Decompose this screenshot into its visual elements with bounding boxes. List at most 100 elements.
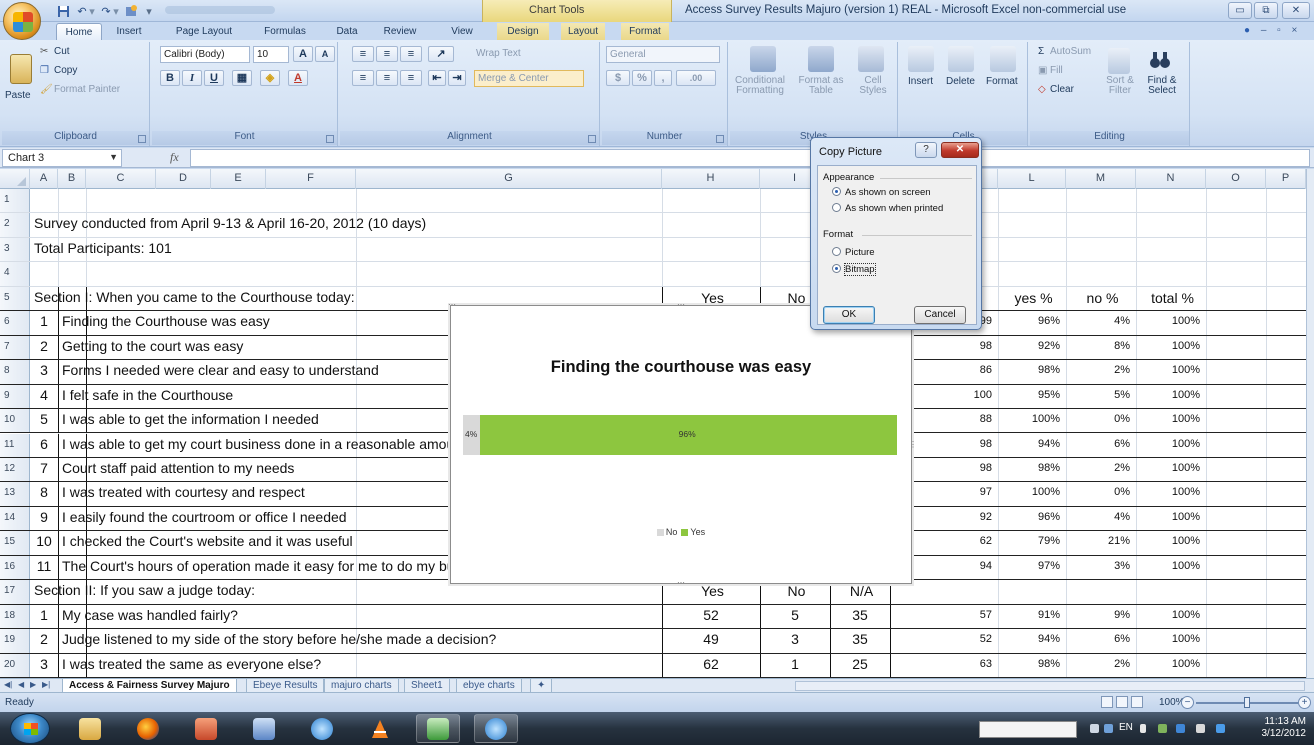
decrease-indent-icon[interactable]: ⇤ <box>428 70 446 86</box>
row-header[interactable]: 11 <box>0 433 30 457</box>
taskbar-vlc[interactable] <box>358 714 402 743</box>
wrap-text-button[interactable]: Wrap Text <box>476 48 521 59</box>
table-row[interactable]: 19 2 Judge listened to my side of the stor… <box>0 629 1306 654</box>
chart-resize-handle[interactable]: ⋯ <box>677 578 685 587</box>
total-percent-cell[interactable]: 100% <box>1136 556 1206 579</box>
radio-as-shown-when-printed[interactable]: As shown when printed <box>832 203 943 214</box>
align-left-icon[interactable]: ≡ <box>352 70 374 86</box>
column-header[interactable]: M <box>1066 169 1136 189</box>
item-number-cell[interactable]: 10 <box>31 531 57 554</box>
format-button[interactable]: Format <box>986 76 1018 87</box>
yes-percent-cell[interactable]: 96% <box>998 311 1066 334</box>
start-button[interactable] <box>10 713 50 744</box>
chart-legend[interactable]: No Yes <box>451 527 911 537</box>
first-sheet-icon[interactable]: ◀| <box>4 680 12 689</box>
cell-styles-button[interactable]: Cell Styles <box>854 76 892 96</box>
maximize-button[interactable]: ⧉ <box>1254 2 1278 19</box>
sort-filter-icon[interactable] <box>1108 48 1130 74</box>
page-layout-view-icon[interactable] <box>1116 696 1128 708</box>
no-percent-cell[interactable]: 6% <box>1066 629 1136 652</box>
conditional-formatting-button[interactable]: Conditional Formatting <box>732 76 788 96</box>
row-header[interactable]: 19 <box>0 629 30 653</box>
merge-center-button[interactable]: Merge & Center <box>474 70 584 87</box>
taskbar-itunes-2[interactable] <box>474 714 518 743</box>
column-header[interactable]: F <box>266 169 356 189</box>
taskbar-explorer[interactable] <box>68 714 112 743</box>
network-icon[interactable] <box>1158 724 1167 733</box>
undo-dropdown-icon[interactable]: ▾ <box>88 3 96 19</box>
item-number-cell[interactable]: 1 <box>31 605 57 628</box>
column-header[interactable]: B <box>58 169 86 189</box>
close-button[interactable]: ✕ <box>1282 2 1310 19</box>
item-number-cell[interactable]: 1 <box>31 311 57 334</box>
count-cell[interactable]: 35 <box>830 629 890 652</box>
cancel-button[interactable]: Cancel <box>914 306 966 324</box>
column-header[interactable]: N <box>1136 169 1206 189</box>
italic-button[interactable]: I <box>182 70 202 86</box>
column-header[interactable]: D <box>156 169 211 189</box>
plot-area[interactable]: 4% 96% <box>463 415 897 455</box>
office-button[interactable] <box>3 2 41 40</box>
taskbar-powerpoint[interactable] <box>184 714 228 743</box>
no-percent-cell[interactable]: 0% <box>1066 409 1136 432</box>
column-header[interactable]: L <box>998 169 1066 189</box>
legend-item[interactable]: No <box>656 527 677 537</box>
redo-dropdown-icon[interactable]: ▾ <box>112 3 120 19</box>
chart-resize-handle[interactable]: ⋯ <box>448 300 456 309</box>
row-header[interactable]: 17 <box>0 580 30 604</box>
item-number-cell[interactable]: 6 <box>31 434 57 457</box>
total-percent-cell[interactable]: 100% <box>1136 409 1206 432</box>
no-percent-cell[interactable]: 4% <box>1066 507 1136 530</box>
no-percent-cell[interactable]: 5% <box>1066 385 1136 408</box>
sheet-tab[interactable]: Access & Fairness Survey Majuro <box>62 679 237 693</box>
taskbar-word[interactable] <box>242 714 286 743</box>
format-cells-icon[interactable] <box>990 46 1016 72</box>
format-as-table-button[interactable]: Format as Table <box>792 76 850 96</box>
customize-toolbar-icon[interactable]: ▾ <box>144 3 154 19</box>
radio-as-shown-on-screen[interactable]: As shown on screen <box>832 187 931 198</box>
zoom-out-button[interactable]: − <box>1181 696 1194 709</box>
count-cell[interactable]: 1 <box>760 654 830 677</box>
total-cell[interactable]: 52 <box>890 629 998 652</box>
zoom-slider-thumb[interactable] <box>1244 697 1250 708</box>
row-header[interactable]: 3 <box>0 237 30 262</box>
find-select-button[interactable]: Find & Select <box>1142 76 1182 96</box>
chart-resize-handle[interactable]: ⋮ <box>909 440 917 449</box>
tab-data[interactable]: Data <box>330 23 364 40</box>
no-percent-cell[interactable]: 6% <box>1066 434 1136 457</box>
cut-button[interactable]: Cut <box>54 46 70 57</box>
no-percent-cell[interactable]: 0% <box>1066 482 1136 505</box>
row-header[interactable]: 14 <box>0 506 30 531</box>
currency-button[interactable]: $ <box>606 70 630 86</box>
paste-button[interactable]: Paste <box>5 90 31 101</box>
item-number-cell[interactable]: 7 <box>31 458 57 481</box>
question-cell[interactable]: Judge listened to my side of the story b… <box>59 629 659 652</box>
total-percent-cell[interactable]: 100% <box>1136 458 1206 481</box>
tab-review[interactable]: Review <box>378 23 422 40</box>
item-number-cell[interactable]: 3 <box>31 654 57 677</box>
column-header[interactable]: H <box>662 169 760 189</box>
volume-icon[interactable] <box>1196 724 1205 733</box>
item-number-cell[interactable]: 9 <box>31 507 57 530</box>
row-header[interactable]: 10 <box>0 409 30 433</box>
yes-percent-cell[interactable]: 91% <box>998 605 1066 628</box>
count-cell[interactable]: 52 <box>662 605 760 628</box>
alignment-launcher-icon[interactable] <box>588 135 596 143</box>
no-percent-cell[interactable]: 4% <box>1066 311 1136 334</box>
row-header[interactable]: 12 <box>0 457 30 482</box>
item-number-cell[interactable]: 3 <box>31 360 57 383</box>
tab-format[interactable]: Format <box>621 23 669 40</box>
yes-percent-cell[interactable]: 98% <box>998 458 1066 481</box>
no-percent-cell[interactable]: 21% <box>1066 531 1136 554</box>
total-cell[interactable]: 63 <box>890 654 998 677</box>
no-percent-cell[interactable]: 3% <box>1066 556 1136 579</box>
font-launcher-icon[interactable] <box>326 135 334 143</box>
last-sheet-icon[interactable]: ▶| <box>42 680 50 689</box>
cell-styles-icon[interactable] <box>858 46 884 72</box>
yes-percent-cell[interactable]: 100% <box>998 409 1066 432</box>
copy-button[interactable]: Copy <box>54 65 77 76</box>
total-percent-cell[interactable]: 100% <box>1136 654 1206 677</box>
custom-command-icon[interactable] <box>123 3 139 19</box>
format-as-table-icon[interactable] <box>808 46 834 72</box>
bluetooth-icon[interactable] <box>1216 724 1225 733</box>
